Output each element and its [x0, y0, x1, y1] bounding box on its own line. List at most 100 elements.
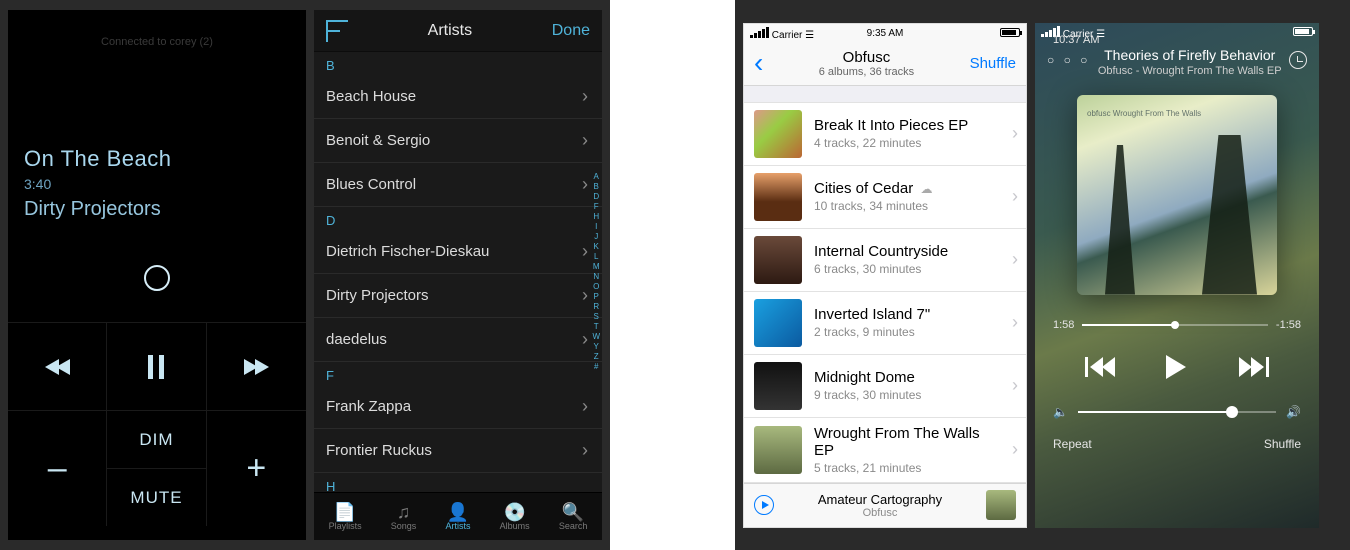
album-artwork[interactable]: obfusc Wrought From The Walls: [1077, 95, 1277, 295]
chevron-right-icon: ›: [582, 86, 588, 107]
index-letter[interactable]: L: [592, 252, 600, 261]
tab-albums[interactable]: 💿Albums: [500, 503, 530, 531]
artist-row[interactable]: Frontier Ruckus›: [314, 429, 602, 473]
index-letter[interactable]: Z: [592, 352, 600, 361]
tab-label: Playlists: [329, 521, 362, 531]
album-row[interactable]: Inverted Island 7"2 tracks, 9 minutes›: [744, 292, 1026, 355]
artwork-container: obfusc Wrought From The Walls: [1035, 77, 1319, 305]
artist-name: Frank Zappa: [326, 398, 411, 415]
layout-gap: [610, 0, 735, 550]
nav-bar: Artists Done: [314, 10, 602, 52]
index-letter[interactable]: K: [592, 242, 600, 251]
back-button[interactable]: ‹: [754, 49, 763, 77]
previous-button[interactable]: [8, 322, 107, 410]
shuffle-button[interactable]: Shuffle: [970, 55, 1016, 72]
index-letter[interactable]: N: [592, 272, 600, 281]
index-letter[interactable]: P: [592, 292, 600, 301]
nav-bar: ‹ Obfusc 6 albums, 36 tracks Shuffle: [744, 42, 1026, 86]
section-header: B: [314, 52, 602, 75]
chevron-right-icon: ›: [582, 396, 588, 417]
volume-slider[interactable]: [1078, 411, 1276, 413]
tab-label: Search: [559, 521, 588, 531]
artist-row[interactable]: Benoit & Sergio›: [314, 119, 602, 163]
now-playing-screen: Carrier ☰ 10:37 AM ○ ○ ○ Theories of Fir…: [1035, 23, 1319, 528]
index-letter[interactable]: #: [592, 362, 600, 371]
record-circle-icon[interactable]: [144, 265, 170, 291]
tab-label: Artists: [445, 521, 470, 531]
album-artwork: [754, 426, 802, 474]
tab-search[interactable]: 🔍Search: [559, 503, 588, 531]
album-list[interactable]: Break It Into Pieces EP4 tracks, 22 minu…: [744, 86, 1026, 483]
volume-up-button[interactable]: +: [207, 410, 306, 526]
footer-row: Repeat Shuffle: [1035, 419, 1319, 451]
index-letter[interactable]: J: [592, 232, 600, 241]
app-logo-icon[interactable]: [326, 20, 348, 42]
album-row[interactable]: Midnight Dome9 tracks, 30 minutes›: [744, 355, 1026, 418]
artist-row[interactable]: Blues Control›: [314, 163, 602, 207]
artist-row[interactable]: daedelus›: [314, 318, 602, 362]
index-letter[interactable]: O: [592, 282, 600, 291]
artists-list[interactable]: BBeach House›Benoit & Sergio›Blues Contr…: [314, 52, 602, 492]
index-letter[interactable]: I: [592, 222, 600, 231]
play-icon[interactable]: [754, 495, 774, 515]
volume-down-button[interactable]: –: [8, 410, 107, 526]
dim-button[interactable]: DIM: [107, 410, 206, 468]
track-artist: Dirty Projectors: [24, 198, 290, 221]
status-bar: Carrier ☰ 9:35 AM: [744, 24, 1026, 42]
artist-row[interactable]: Beach House›: [314, 75, 602, 119]
remaining-time: -1:58: [1276, 319, 1301, 331]
chevron-right-icon: ›: [582, 329, 588, 350]
index-letter[interactable]: B: [592, 182, 600, 191]
now-playing-block: On The Beach 3:40 Dirty Projectors: [8, 58, 306, 221]
transport-grid: – DIM + MUTE: [8, 322, 306, 526]
section-header: H: [314, 473, 602, 492]
artist-row[interactable]: Dirty Projectors›: [314, 274, 602, 318]
play-button[interactable]: [1166, 355, 1194, 379]
artist-row[interactable]: Frank Zappa ›: [314, 385, 602, 429]
albums-icon: 💿: [500, 503, 530, 521]
album-row[interactable]: Cities of Cedar ☁︎10 tracks, 34 minutes›: [744, 166, 1026, 229]
album-row[interactable]: Internal Countryside6 tracks, 30 minutes…: [744, 229, 1026, 292]
record-button-row: [8, 221, 306, 322]
index-letter[interactable]: F: [592, 202, 600, 211]
chevron-right-icon: ›: [582, 174, 588, 195]
index-letter[interactable]: D: [592, 192, 600, 201]
index-letter[interactable]: W: [592, 332, 600, 341]
index-letter[interactable]: M: [592, 262, 600, 271]
next-button[interactable]: [1239, 355, 1267, 379]
status-bar: Carrier ☰ 10:37 AM: [1035, 23, 1319, 41]
index-letter[interactable]: T: [592, 322, 600, 331]
index-letter[interactable]: R: [592, 302, 600, 311]
tab-playlists[interactable]: 📄Playlists: [329, 503, 362, 531]
index-letter[interactable]: A: [592, 172, 600, 181]
tab-songs[interactable]: ♫Songs: [391, 503, 417, 531]
now-playing-bar[interactable]: Amateur Cartography Obfusc: [744, 483, 1026, 527]
index-letter[interactable]: Y: [592, 342, 600, 351]
album-title: Midnight Dome: [814, 369, 921, 386]
next-button[interactable]: [207, 322, 306, 410]
repeat-button[interactable]: Repeat: [1053, 437, 1092, 451]
section-index[interactable]: ABDFHIJKLMNOPRSTWYZ#: [592, 172, 600, 371]
connection-status: Connected to corey (2): [8, 10, 306, 58]
tab-bar: 📄Playlists ♫Songs 👤Artists 💿Albums 🔍Search: [314, 492, 602, 540]
previous-button[interactable]: [1087, 355, 1115, 379]
menu-dots-icon[interactable]: ○ ○ ○: [1047, 47, 1090, 67]
history-icon[interactable]: [1289, 51, 1307, 69]
index-letter[interactable]: S: [592, 312, 600, 321]
done-button[interactable]: Done: [552, 22, 590, 40]
scrubber[interactable]: [1082, 324, 1268, 326]
album-subtitle: 4 tracks, 22 minutes: [814, 136, 968, 150]
tab-label: Songs: [391, 521, 417, 531]
album-row[interactable]: Wrought From The Walls EP5 tracks, 21 mi…: [744, 418, 1026, 483]
album-title: Internal Countryside: [814, 243, 948, 260]
tab-artists[interactable]: 👤Artists: [445, 503, 470, 531]
transport-controls: [1035, 331, 1319, 385]
chevron-right-icon: ›: [1012, 123, 1018, 144]
shuffle-button[interactable]: Shuffle: [1264, 437, 1301, 451]
artist-row[interactable]: Dietrich Fischer-Dieskau›: [314, 230, 602, 274]
album-row[interactable]: Break It Into Pieces EP4 tracks, 22 minu…: [744, 102, 1026, 166]
pause-button[interactable]: [107, 322, 206, 410]
album-title: Cities of Cedar ☁︎: [814, 180, 933, 197]
index-letter[interactable]: H: [592, 212, 600, 221]
mute-button[interactable]: MUTE: [107, 468, 206, 526]
